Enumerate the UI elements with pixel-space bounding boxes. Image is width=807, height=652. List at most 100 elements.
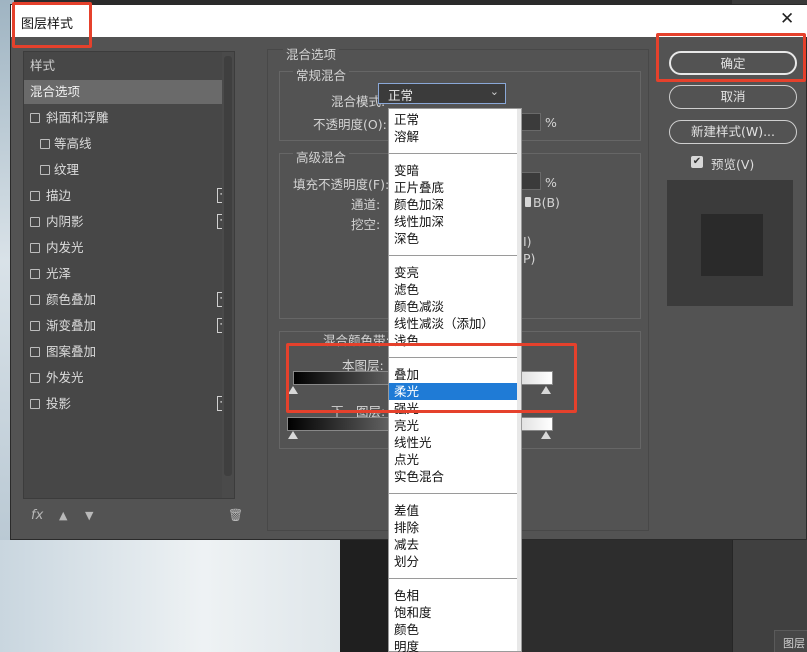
ok-button[interactable]: 确定: [669, 51, 797, 75]
dropdown-separator: [389, 153, 521, 154]
general-blending-title: 常规混合: [293, 65, 350, 84]
style-checkbox[interactable]: [40, 139, 50, 149]
close-icon[interactable]: ✕: [780, 11, 796, 28]
blend-mode-option[interactable]: 线性光: [389, 434, 521, 451]
channels-label: 通道:: [351, 197, 381, 212]
blend-mode-option[interactable]: 饱和度: [389, 604, 521, 621]
fill-opacity-input[interactable]: [521, 172, 541, 190]
style-item-label: 斜面和浮雕: [46, 110, 109, 125]
preview-label: 预览(V): [711, 157, 755, 172]
opacity-input[interactable]: [521, 113, 541, 131]
move-up-icon[interactable]: ▲: [59, 509, 67, 522]
fx-toolbar: fx ▲ ▼ 🗑: [31, 508, 243, 528]
blend-mode-option[interactable]: 线性加深: [389, 213, 521, 230]
styles-scrollbar[interactable]: [222, 52, 234, 498]
cancel-button[interactable]: 取消: [669, 85, 797, 109]
blend-mode-option[interactable]: 颜色加深: [389, 196, 521, 213]
style-item[interactable]: 内阴影+: [24, 210, 234, 234]
channel-b-checkbox[interactable]: [525, 197, 531, 207]
style-item-label: 内阴影: [46, 214, 84, 229]
new-style-button[interactable]: 新建样式(W)...: [669, 120, 797, 144]
blend-mode-option[interactable]: 色相: [389, 587, 521, 604]
style-item[interactable]: 等高线: [24, 132, 234, 156]
dropdown-separator: [389, 357, 521, 358]
underlying-white-slider[interactable]: [541, 431, 551, 439]
style-checkbox[interactable]: [30, 373, 40, 383]
dropdown-scrollbar[interactable]: [517, 109, 521, 651]
document-canvas: [0, 540, 340, 652]
blend-mode-option[interactable]: 叠加: [389, 366, 521, 383]
preview-checkbox[interactable]: ✔: [691, 156, 703, 168]
trash-icon[interactable]: 🗑: [228, 508, 243, 522]
style-checkbox[interactable]: [30, 399, 40, 409]
dropdown-separator: [389, 578, 521, 579]
blend-mode-option[interactable]: 亮光: [389, 417, 521, 434]
chevron-down-icon: ⌄: [489, 85, 499, 98]
blend-mode-option[interactable]: 变亮: [389, 264, 521, 281]
style-item[interactable]: 描边+: [24, 184, 234, 208]
blend-mode-option[interactable]: 排除: [389, 519, 521, 536]
styles-header[interactable]: 样式: [24, 54, 234, 78]
style-item[interactable]: 光泽: [24, 262, 234, 286]
fill-opacity-unit: %: [545, 175, 557, 190]
advanced-blending-title: 高级混合: [293, 147, 350, 166]
blend-mode-option[interactable]: 正片叠底: [389, 179, 521, 196]
style-item-label: 图案叠加: [46, 344, 97, 359]
style-item[interactable]: 图案叠加: [24, 340, 234, 364]
style-checkbox[interactable]: [30, 191, 40, 201]
style-item[interactable]: 纹理: [24, 158, 234, 182]
style-checkbox[interactable]: [30, 217, 40, 227]
style-item[interactable]: 颜色叠加+: [24, 288, 234, 312]
blend-mode-select[interactable]: 正常 ⌄: [378, 83, 506, 104]
style-checkbox[interactable]: [30, 347, 40, 357]
knockout-label: 挖空:: [351, 217, 381, 232]
blend-mode-option[interactable]: 颜色减淡: [389, 298, 521, 315]
blending-section-title: 混合选项: [283, 44, 340, 63]
blend-mode-option[interactable]: 线性减淡（添加）: [389, 315, 521, 332]
blend-mode-option[interactable]: 减去: [389, 536, 521, 553]
blend-mode-option[interactable]: 颜色: [389, 621, 521, 638]
fx-icon[interactable]: fx: [31, 508, 43, 523]
this-layer-white-slider[interactable]: [541, 386, 551, 394]
blend-mode-option[interactable]: 浅色: [389, 332, 521, 349]
style-item-label: 纹理: [54, 162, 80, 177]
underlying-black-slider[interactable]: [288, 431, 298, 439]
blend-mode-option[interactable]: 正常: [389, 111, 521, 128]
blend-mode-option[interactable]: 深色: [389, 230, 521, 247]
move-down-icon[interactable]: ▼: [85, 509, 93, 522]
style-checkbox[interactable]: [30, 295, 40, 305]
style-item-label: 渐变叠加: [46, 318, 97, 333]
style-item[interactable]: 外发光: [24, 366, 234, 390]
blend-mode-option[interactable]: 滤色: [389, 281, 521, 298]
blend-mode-option[interactable]: 明度: [389, 638, 521, 652]
dropdown-separator: [389, 493, 521, 494]
layers-panel-tab[interactable]: 图层: [774, 630, 807, 652]
style-item[interactable]: 斜面和浮雕: [24, 106, 234, 130]
blend-mode-option[interactable]: 差值: [389, 502, 521, 519]
opacity-label: 不透明度(O):: [313, 117, 387, 132]
style-checkbox[interactable]: [40, 165, 50, 175]
blend-mode-option[interactable]: 柔光: [389, 383, 521, 400]
style-checkbox[interactable]: [30, 269, 40, 279]
style-item[interactable]: 内发光: [24, 236, 234, 260]
style-checkbox[interactable]: [30, 243, 40, 253]
this-layer-black-slider[interactable]: [288, 386, 298, 394]
option-partial-p: P): [523, 251, 536, 266]
style-item[interactable]: 投影+: [24, 392, 234, 416]
style-item[interactable]: 混合选项: [24, 80, 234, 104]
style-item[interactable]: 渐变叠加+: [24, 314, 234, 338]
style-checkbox[interactable]: [30, 113, 40, 123]
option-partial-i: I): [523, 234, 532, 249]
blend-mode-option[interactable]: 溶解: [389, 128, 521, 145]
style-checkbox[interactable]: [30, 321, 40, 331]
blend-mode-option[interactable]: 点光: [389, 451, 521, 468]
blend-mode-option[interactable]: 变暗: [389, 162, 521, 179]
workspace-area: [520, 540, 732, 652]
blend-mode-option[interactable]: 划分: [389, 553, 521, 570]
scroll-thumb[interactable]: [224, 56, 232, 476]
blend-mode-option[interactable]: 实色混合: [389, 468, 521, 485]
blend-mode-option[interactable]: 强光: [389, 400, 521, 417]
opacity-unit: %: [545, 115, 557, 130]
dropdown-separator: [389, 255, 521, 256]
workspace-gap: [340, 540, 390, 652]
